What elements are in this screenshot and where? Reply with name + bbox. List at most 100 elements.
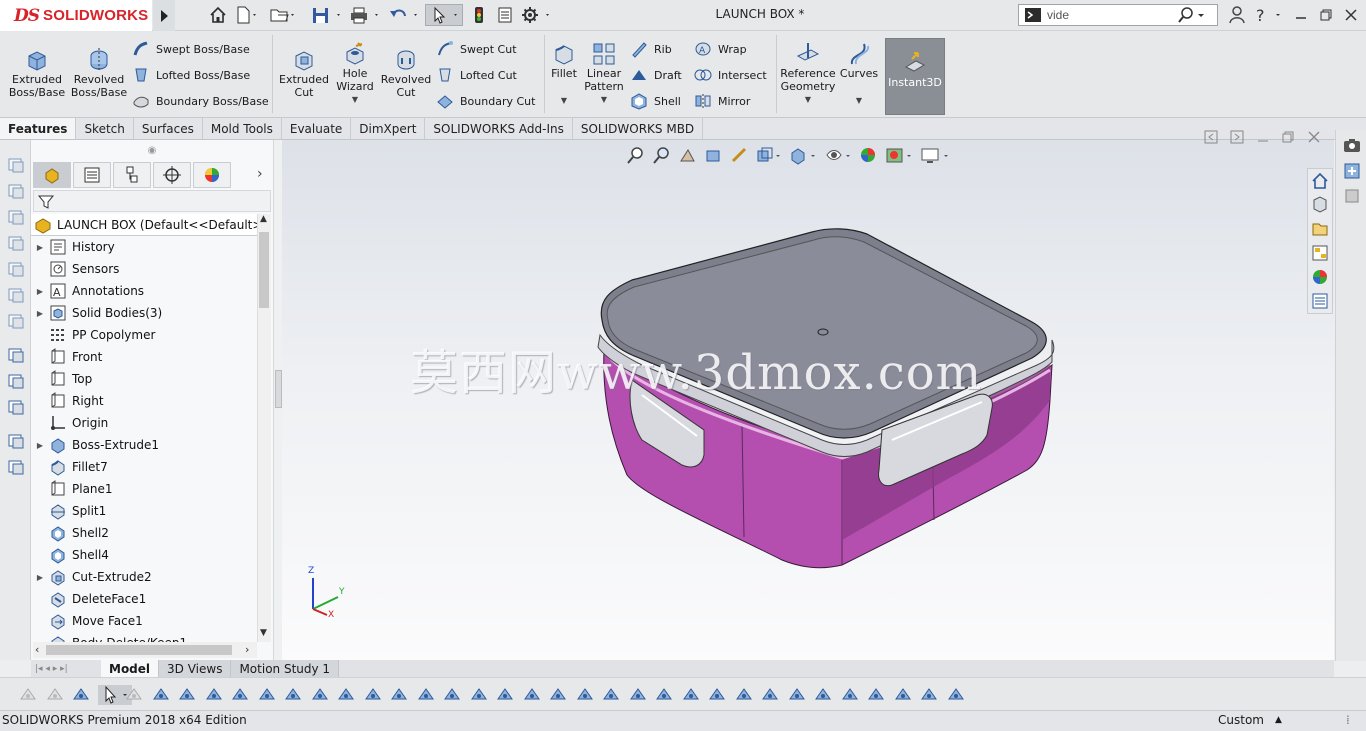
search-dropdown-icon[interactable]: [1197, 6, 1205, 24]
selection-filter-icon-26[interactable]: [681, 685, 701, 705]
hole-wizard-dropdown-icon[interactable]: ▼: [352, 93, 358, 106]
tab-sketch[interactable]: Sketch: [76, 118, 134, 139]
tree-item-history[interactable]: ▶ History: [31, 236, 257, 258]
tree-item-sensors[interactable]: Sensors: [31, 258, 257, 280]
custom-properties-icon[interactable]: [1311, 292, 1329, 310]
sketch-tool-icon-7[interactable]: [7, 312, 25, 330]
selection-filter-icon-28[interactable]: [734, 685, 754, 705]
selection-filter-icon-3[interactable]: [71, 685, 91, 705]
tree-item-shell2[interactable]: Shell2: [31, 522, 257, 544]
dynamic-annotation-icon[interactable]: [730, 146, 749, 165]
tree-item-move-face1[interactable]: Move Face1: [31, 610, 257, 632]
viewport-minimize-icon[interactable]: [1256, 130, 1270, 144]
tree-item-front[interactable]: Front: [31, 346, 257, 368]
revolved-cut-button[interactable]: Revolved Cut: [380, 44, 432, 99]
appearances-scenes-icon[interactable]: [1311, 268, 1329, 286]
tree-item-split1[interactable]: Split1: [31, 500, 257, 522]
selection-filter-icon-34[interactable]: [893, 685, 913, 705]
new-document-icon[interactable]: [233, 4, 261, 26]
bottom-tab-3d-views[interactable]: 3D Views: [159, 660, 232, 677]
panel-drag-handle[interactable]: ◉: [31, 140, 273, 160]
bottom-tab-motion-study-1[interactable]: Motion Study 1: [231, 660, 340, 677]
selection-filter-icon-9[interactable]: [230, 685, 250, 705]
file-explorer-icon[interactable]: [1311, 220, 1329, 238]
curves-button[interactable]: Curves ▼: [840, 38, 878, 107]
selection-filter-icon-29[interactable]: [760, 685, 780, 705]
print-icon[interactable]: [348, 4, 382, 26]
revolved-boss-button[interactable]: Revolved Boss/Base: [70, 44, 128, 99]
tree-item-body-delete-keep1[interactable]: Body-Delete/Keep1: [31, 632, 257, 642]
tab-feature-manager[interactable]: [33, 162, 71, 188]
fillet-button[interactable]: Fillet ▼: [549, 38, 579, 107]
panel-splitter[interactable]: [273, 140, 282, 660]
selection-filter-icon-8[interactable]: [204, 685, 224, 705]
instant2d-icon[interactable]: [7, 346, 25, 364]
instant3d-button[interactable]: Instant3D: [885, 38, 945, 115]
unit-system[interactable]: Custom: [1218, 713, 1264, 727]
selection-filter-icon-7[interactable]: [177, 685, 197, 705]
tree-filter-bar[interactable]: [33, 190, 271, 212]
expand-arrow-icon[interactable]: ▶: [31, 573, 49, 582]
component-icon-2[interactable]: [7, 458, 25, 476]
selection-filter-icon-18[interactable]: [469, 685, 489, 705]
selection-filter-icon-11[interactable]: [283, 685, 303, 705]
expand-arrow-icon[interactable]: ▶: [31, 287, 49, 296]
fillet-dropdown-icon[interactable]: ▼: [561, 94, 567, 107]
selection-filter-icon-33[interactable]: [866, 685, 886, 705]
previous-view-icon[interactable]: [678, 146, 697, 165]
scroll-up-arrow-icon[interactable]: ▲: [260, 214, 267, 224]
selection-filter-icon-17[interactable]: [442, 685, 462, 705]
rib-button[interactable]: Rib: [630, 39, 682, 59]
selection-filter-icon-32[interactable]: [840, 685, 860, 705]
rebuild-traffic-light-icon[interactable]: [468, 4, 490, 26]
section-view-icon[interactable]: [704, 146, 723, 165]
viewport-tile-left-icon[interactable]: [1204, 130, 1218, 144]
save-icon[interactable]: [310, 4, 344, 26]
tab-display-manager[interactable]: [193, 162, 231, 188]
view-orientation-icon[interactable]: [756, 146, 782, 165]
component-icon-1[interactable]: [7, 432, 25, 450]
help-icon[interactable]: ?: [1253, 5, 1285, 25]
tree-item-boss-extrude1[interactable]: ▶ Boss-Extrude1: [31, 434, 257, 456]
selection-filter-icon-1[interactable]: [18, 685, 38, 705]
solidworks-logo[interactable]: DS SOLIDWORKS: [0, 0, 152, 31]
selection-filter-icon-14[interactable]: [363, 685, 383, 705]
selection-filter-icon-19[interactable]: [495, 685, 515, 705]
tab-surfaces[interactable]: Surfaces: [134, 118, 203, 139]
task-pane-library-icon[interactable]: [1343, 162, 1361, 180]
viewport-close-icon[interactable]: [1307, 130, 1321, 144]
wrap-button[interactable]: A Wrap: [694, 39, 767, 59]
tab-scroll-arrows[interactable]: |◂ ◂ ▸ ▸|: [31, 660, 101, 677]
tree-item-cut-extrude2[interactable]: ▶ Cut-Extrude2: [31, 566, 257, 588]
scroll-down-arrow-icon[interactable]: ▼: [260, 628, 267, 638]
draft-button[interactable]: Draft: [630, 65, 682, 85]
selection-filter-icon-15[interactable]: [389, 685, 409, 705]
sketch-tool-icon-5[interactable]: [7, 260, 25, 278]
tree-horizontal-thumb[interactable]: [46, 645, 232, 655]
tab-property-manager[interactable]: [73, 162, 111, 188]
apply-scene-icon[interactable]: [885, 146, 913, 165]
selection-filter-icon-31[interactable]: [813, 685, 833, 705]
tree-item-pp-copolymer[interactable]: PP Copolymer: [31, 324, 257, 346]
selection-filter-icon-12[interactable]: [310, 685, 330, 705]
select-arrow-icon[interactable]: [425, 4, 463, 26]
sketch-tool-icon-6[interactable]: [7, 286, 25, 304]
expand-arrow-icon[interactable]: ▶: [31, 441, 49, 450]
status-resize-grip[interactable]: ⁞: [1346, 713, 1350, 727]
selection-filter-icon-24[interactable]: [628, 685, 648, 705]
minimize-window-icon[interactable]: [1290, 5, 1312, 25]
selection-filter-icon-23[interactable]: [601, 685, 621, 705]
file-properties-icon[interactable]: [494, 4, 516, 26]
tree-item-deleteface1[interactable]: DeleteFace1: [31, 588, 257, 610]
selection-filter-icon-25[interactable]: [654, 685, 674, 705]
tab-solidworks-mbd[interactable]: SOLIDWORKS MBD: [573, 118, 704, 139]
linear-pattern-dropdown-icon[interactable]: ▼: [601, 93, 607, 106]
camera-icon[interactable]: [1343, 137, 1361, 153]
view-palette-icon[interactable]: [1311, 244, 1329, 262]
tree-root-part[interactable]: LAUNCH BOX (Default<<Default>_Ph: [31, 214, 257, 236]
scroll-right-arrow-icon[interactable]: ›: [245, 643, 249, 656]
extruded-boss-button[interactable]: Extruded Boss/Base: [6, 44, 68, 99]
hide-show-items-icon[interactable]: [824, 146, 852, 165]
selection-filter-icon-20[interactable]: [522, 685, 542, 705]
selection-filter-icon-2[interactable]: [45, 685, 65, 705]
